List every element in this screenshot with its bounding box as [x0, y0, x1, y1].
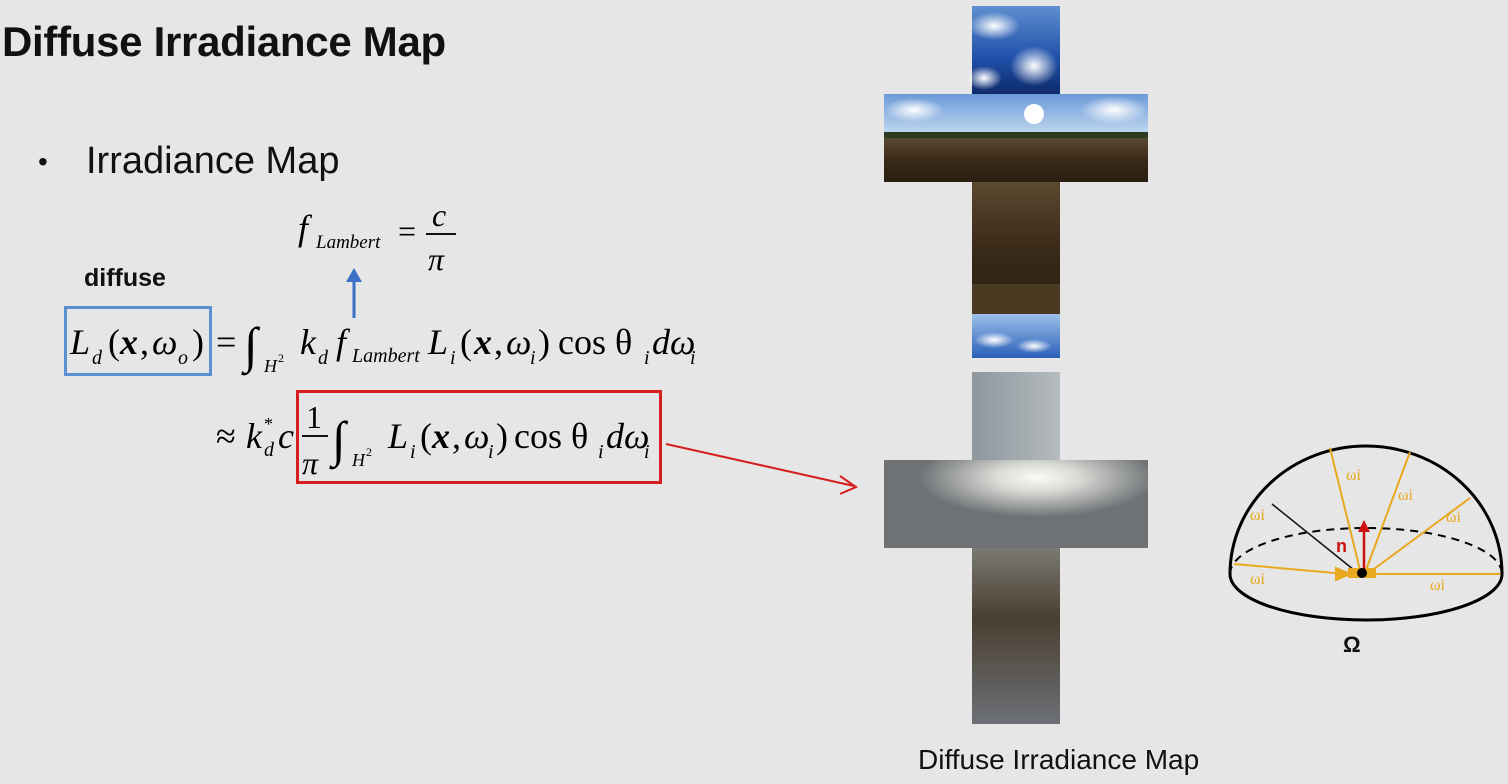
- lambert-sub: Lambert: [315, 232, 381, 253]
- integral-domain-sup: 2: [278, 351, 284, 365]
- approx-comma: ,: [452, 416, 461, 456]
- cos-sub: i: [644, 347, 650, 369]
- equals-sign: =: [216, 322, 236, 362]
- Li-comma: ,: [494, 322, 503, 362]
- normal-arrowhead: [1358, 520, 1370, 532]
- lhs-L-sub: d: [92, 347, 103, 369]
- bullet-text: Irradiance Map: [86, 140, 340, 182]
- Li-omega: ω: [506, 322, 531, 362]
- irradiance-cubemap-image: [884, 372, 1148, 724]
- ray-label-5: ωi: [1250, 571, 1266, 588]
- approx-k: k: [246, 416, 263, 456]
- Li-sub: i: [450, 347, 456, 369]
- lhs-omega: ω: [152, 322, 177, 362]
- ray-label-3: ωi: [1398, 487, 1414, 504]
- f-lambert-sub: Lambert: [351, 345, 420, 367]
- approx-paren-open: (: [420, 416, 432, 456]
- surface-point: [1357, 568, 1367, 578]
- ray-label-6: ωi: [1430, 577, 1446, 594]
- frac-num: 1: [306, 399, 322, 435]
- ray-label-2: ωi: [1346, 467, 1362, 484]
- integral-domain: H: [263, 356, 278, 376]
- lambert-num: c: [432, 197, 446, 233]
- approx-sign: ≈: [216, 416, 236, 456]
- lhs-paren-close: ): [192, 322, 204, 362]
- lhs-comma: ,: [140, 322, 149, 362]
- approx-x: x: [431, 416, 450, 456]
- rendering-equation: L d ( x , ω o ) = ∫ H 2 k d f Lambert L …: [69, 317, 696, 376]
- lhs-omega-sub: o: [178, 347, 188, 369]
- approx-L-sub: i: [410, 441, 416, 463]
- approx-cos-sub: i: [598, 441, 604, 463]
- approx-dw-sub: i: [644, 441, 650, 463]
- Li-L: L: [427, 322, 448, 362]
- lambert-den: π: [428, 241, 445, 276]
- environment-cubemap-image: [884, 6, 1148, 358]
- integral-sign: ∫: [241, 317, 261, 376]
- approx-k-sup: *: [264, 414, 273, 434]
- ray-label-4: ωi: [1446, 509, 1462, 526]
- approx-equation: ≈ k * d c 1 π ∫ H 2 L i ( x , ω i ) cos …: [216, 399, 650, 481]
- diffuse-label: diffuse: [84, 264, 166, 292]
- lhs-paren-open: (: [108, 322, 120, 362]
- approx-L: L: [387, 416, 408, 456]
- approx-integral: ∫: [329, 411, 349, 470]
- kd-sub: d: [318, 347, 329, 369]
- approx-dw: dω: [606, 416, 649, 456]
- Li-x: x: [473, 322, 492, 362]
- cos-theta: cos θ: [558, 322, 632, 362]
- d-omega-sub: i: [690, 347, 696, 369]
- approx-domain-sup: 2: [366, 445, 372, 459]
- Li-omega-sub: i: [530, 347, 536, 369]
- normal-label: n: [1336, 536, 1347, 556]
- hemisphere-arc: [1228, 444, 1504, 575]
- Li-paren-open: (: [460, 322, 472, 362]
- approx-omega: ω: [464, 416, 489, 456]
- red-arrow-icon: [665, 443, 859, 495]
- lambert-eq: =: [398, 213, 416, 249]
- lhs-L: L: [69, 322, 90, 362]
- approx-paren-close: ): [496, 416, 508, 456]
- approx-c: c: [278, 416, 294, 456]
- omega-label: Ω: [1343, 632, 1361, 657]
- approx-omega-sub: i: [488, 441, 494, 463]
- hemisphere-diagram: n ωi ωi ωi ωi ωi ωi: [1228, 444, 1504, 622]
- figure-caption: Diffuse Irradiance Map: [918, 744, 1200, 775]
- ray-label-1: ωi: [1250, 507, 1266, 524]
- lhs-x: x: [119, 322, 138, 362]
- frac-den: π: [302, 445, 319, 481]
- bullet-dot: •: [38, 146, 48, 177]
- hemisphere-base-front: [1228, 573, 1504, 622]
- lambert-equation: f Lambert = c π: [298, 197, 456, 276]
- slide-title: Diffuse Irradiance Map: [2, 18, 446, 65]
- f-lambert-f: f: [336, 322, 351, 362]
- approx-k-sub: d: [264, 439, 275, 461]
- d-omega: dω: [652, 322, 695, 362]
- lambert-f: f: [298, 208, 313, 248]
- kd-k: k: [300, 322, 317, 362]
- Li-paren-close: ): [538, 322, 550, 362]
- approx-cos: cos θ: [514, 416, 588, 456]
- approx-domain: H: [351, 450, 366, 470]
